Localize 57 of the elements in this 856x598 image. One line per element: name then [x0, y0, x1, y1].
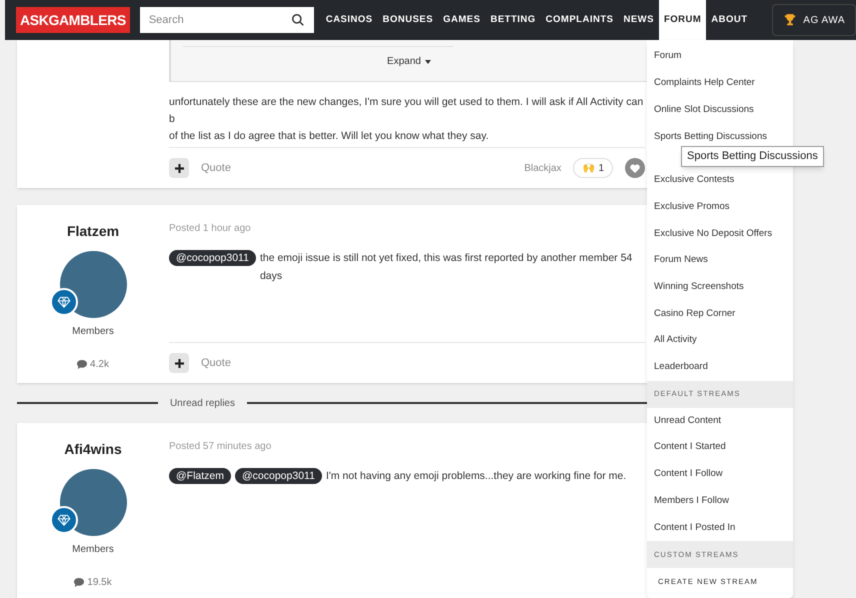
- nav-tab[interactable]: GAMES: [438, 0, 486, 40]
- menu-item[interactable]: Content I Started: [647, 434, 793, 461]
- menu-item[interactable]: Forum News: [647, 247, 793, 274]
- nav-tab[interactable]: ABOUT: [706, 0, 753, 40]
- add-reaction-button[interactable]: [169, 158, 189, 178]
- awards-button[interactable]: AG AWA: [772, 4, 856, 36]
- comment-icon: [77, 360, 88, 369]
- search-icon: [290, 13, 305, 27]
- nav-tab[interactable]: COMPLAINTS: [540, 0, 618, 40]
- diamond-badge-icon: [50, 288, 78, 316]
- menu-item[interactable]: Content I Posted In: [647, 514, 793, 541]
- member-group: Members: [72, 542, 114, 557]
- menu-item[interactable]: Members I Follow: [647, 488, 793, 514]
- post-date: Posted 1 hour ago: [169, 222, 252, 236]
- diamond-badge-icon: [50, 506, 78, 534]
- tooltip: Sports Betting Discussions: [681, 146, 824, 167]
- comment-icon: [74, 578, 84, 587]
- signature-text: Blackjax: [524, 162, 562, 176]
- nav-tab[interactable]: NEWS: [618, 0, 659, 40]
- menu-item[interactable]: Unread Content: [647, 408, 793, 434]
- mention-tag[interactable]: @Flatzem: [169, 468, 231, 484]
- nav-tab[interactable]: CASINOS: [320, 0, 378, 40]
- post-count: 4.2k: [90, 358, 109, 372]
- search-field[interactable]: Search: [140, 7, 314, 33]
- post-count: 19.5k: [87, 576, 112, 590]
- mention-tag[interactable]: @cocopop3011: [169, 250, 256, 266]
- menu-item[interactable]: Casino Rep Corner: [647, 300, 793, 328]
- site-logo[interactable]: ASKGAMBLERS: [16, 7, 130, 33]
- menu-item[interactable]: Exclusive Promos: [647, 194, 793, 220]
- nav-tab[interactable]: FORUM: [658, 0, 706, 40]
- post-text: the emoji issue is still not yet fixed, this was first reported by another member 54 days: [260, 251, 634, 284]
- plus-icon: [174, 164, 184, 172]
- expand-button[interactable]: Expand: [387, 54, 431, 69]
- menu-item[interactable]: All Activity: [647, 327, 793, 354]
- member-group: Members: [72, 324, 114, 339]
- menu-item[interactable]: Winning Screenshots: [647, 274, 793, 300]
- reaction-count[interactable]: 🙌 1: [573, 158, 613, 178]
- add-reaction-button[interactable]: [169, 353, 189, 373]
- post-text: I'm not having any emoji problems...they are working fine for me.: [326, 469, 628, 484]
- menu-item[interactable]: Forum: [647, 43, 793, 70]
- nav-tab[interactable]: BONUSES: [378, 0, 438, 40]
- author-name[interactable]: Flatzem: [66, 221, 120, 242]
- author-name[interactable]: Afi4wins: [64, 439, 122, 460]
- menu-item[interactable]: Exclusive Contests: [647, 167, 793, 194]
- menu-item[interactable]: Content I Follow: [647, 460, 793, 488]
- menu-item[interactable]: Exclusive No Deposit Offers: [647, 220, 793, 248]
- plus-icon: [174, 358, 184, 368]
- caret-icon: [424, 60, 431, 64]
- mention-tag[interactable]: @cocopop3011: [235, 468, 322, 484]
- unread-divider-label: Unread replies: [170, 396, 235, 410]
- menu-item[interactable]: Complaints Help Center: [647, 70, 793, 96]
- post-text-line: of the list as I do agree that is better. Will let you know what they say.: [169, 129, 490, 144]
- nav-tab[interactable]: BETTING: [485, 0, 541, 40]
- menu-item[interactable]: Online Slot Discussions: [647, 96, 793, 124]
- menu-item[interactable]: Leaderboard: [647, 354, 793, 381]
- post-date: Posted 57 minutes ago: [169, 440, 272, 454]
- trophy-icon: [783, 13, 798, 27]
